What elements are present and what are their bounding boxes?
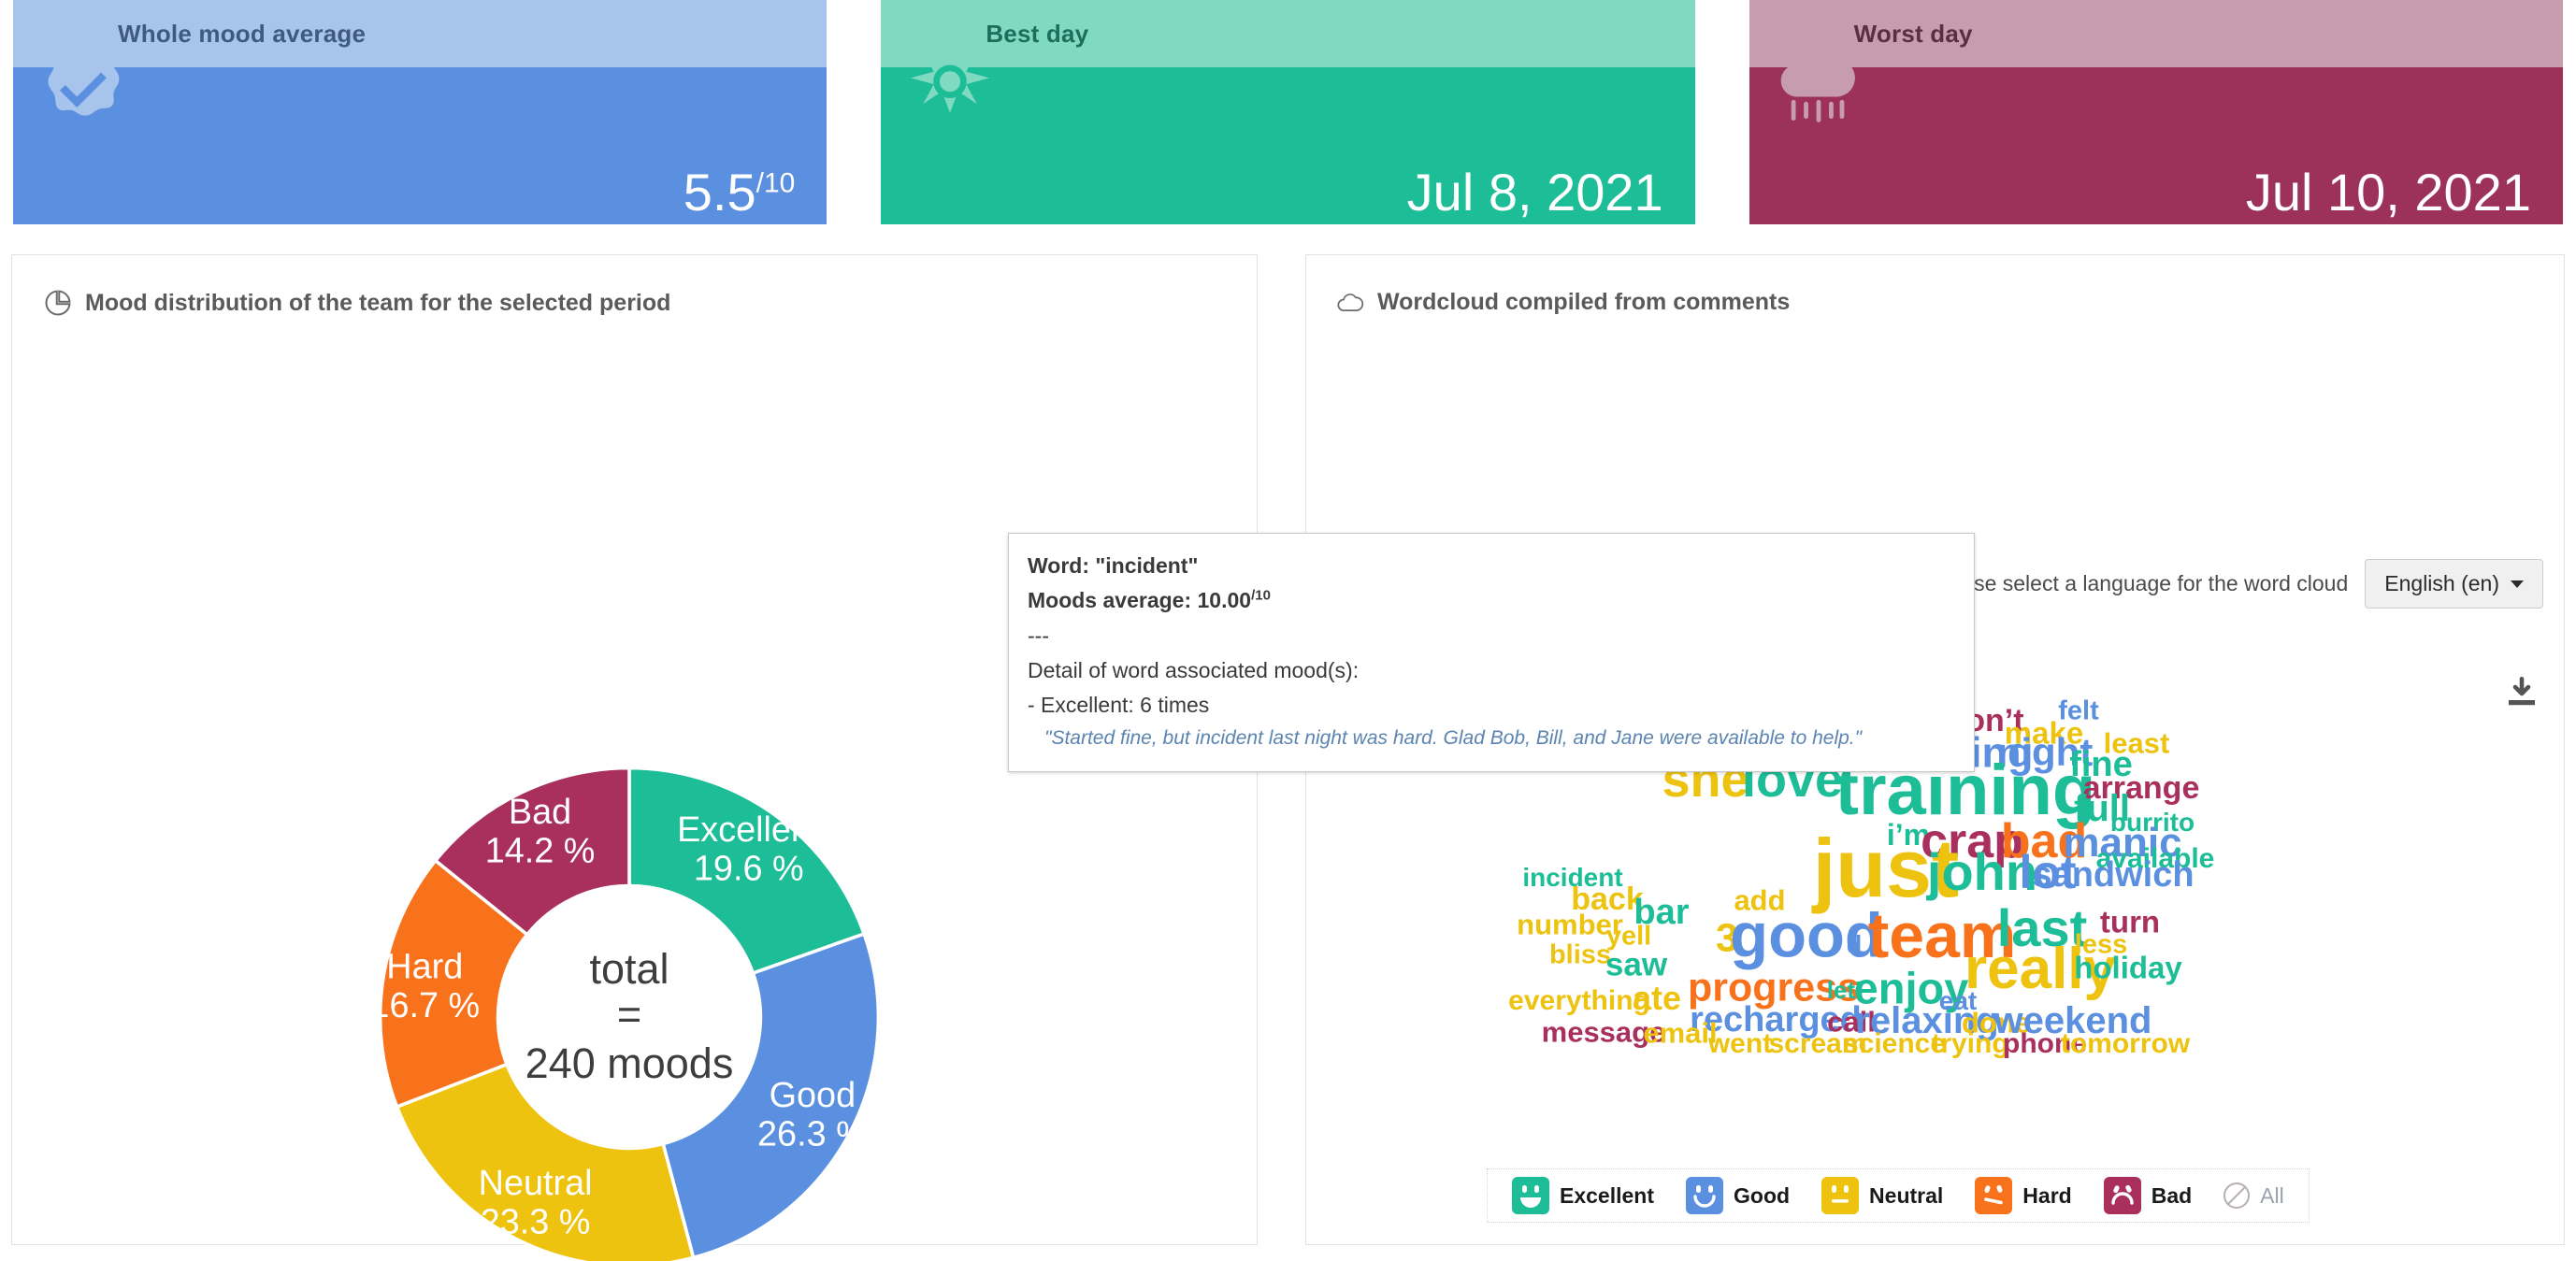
kpi-card-best-day: Best day Jul 8, 2021 bbox=[881, 0, 1695, 224]
legend-label: Neutral bbox=[1869, 1182, 1944, 1208]
donut-label-excellent: Excellent bbox=[677, 810, 821, 850]
language-selector-row: Please select a language for the word cl… bbox=[1931, 559, 2543, 609]
tooltip-average-label: Moods average: 10.00 bbox=[1028, 588, 1252, 613]
legend-label: Excellent bbox=[1560, 1182, 1654, 1208]
wordcloud-word[interactable]: bliss bbox=[1549, 941, 1611, 969]
donut-value-excellent: 19.6 % bbox=[694, 849, 804, 888]
tooltip-divider: --- bbox=[1028, 623, 1049, 648]
tooltip-word-line: Word: "incident" bbox=[1028, 553, 1199, 578]
wordcloud-panel-title-text: Wordcloud compiled from comments bbox=[1377, 289, 1791, 315]
word-tooltip: Word: "incident" Moods average: 10.00/10… bbox=[1008, 533, 1975, 773]
wordcloud-panel-title: Wordcloud compiled from comments bbox=[1336, 289, 1790, 316]
donut-label-neutral: Neutral bbox=[479, 1164, 593, 1203]
tooltip-average-sup: /10 bbox=[1251, 587, 1271, 604]
donut-center-line3: 240 moods bbox=[525, 1039, 734, 1087]
tooltip-quote: "Started fine, but incident last night w… bbox=[1044, 727, 1863, 750]
chevron-down-icon bbox=[2511, 580, 2524, 588]
legend-label: All bbox=[2260, 1182, 2284, 1208]
mood-face-icon bbox=[1512, 1177, 1549, 1214]
language-select[interactable]: English (en) bbox=[2365, 559, 2543, 609]
mood-panel-title-text: Mood distribution of the team for the se… bbox=[85, 289, 671, 316]
kpi-value-text: Jul 10, 2021 bbox=[2245, 163, 2531, 222]
wordcloud-word[interactable]: sandwich bbox=[2032, 857, 2194, 893]
language-selector-label: Please select a language for the word cl… bbox=[1931, 571, 2349, 595]
mood-donut-chart: Excellent 19.6 % Good 26.3 % Neutral 23.3 % Ha… bbox=[293, 681, 966, 1261]
kpi-card-row: Whole mood average 5.5/10 Best day Jul 8… bbox=[0, 0, 2576, 234]
wordcloud-word[interactable]: trying bbox=[1931, 1030, 2008, 1058]
legend-item-all[interactable]: All bbox=[2212, 1182, 2295, 1209]
mood-face-icon bbox=[1686, 1177, 1723, 1214]
kpi-card-whole-mood-average: Whole mood average 5.5/10 bbox=[13, 0, 827, 224]
kpi-value-suffix: /10 bbox=[756, 167, 796, 199]
kpi-card-header: Whole mood average bbox=[13, 0, 827, 67]
donut-label-bad: Bad bbox=[509, 793, 571, 832]
check-badge-icon bbox=[48, 44, 120, 116]
donut-svg: Excellent19.6 % Good26.3 % Neutral23.3 % Ha… bbox=[369, 766, 881, 1261]
kpi-card-title: Whole mood average bbox=[118, 19, 367, 48]
donut-center-line1: total bbox=[589, 945, 669, 993]
mood-face-icon bbox=[2103, 1177, 2141, 1214]
sun-icon bbox=[911, 42, 990, 113]
legend-label: Good bbox=[1734, 1182, 1791, 1208]
kpi-card-value: 5.5/10 bbox=[684, 166, 796, 219]
tooltip-detail-label: Detail of word associated mood(s): bbox=[1028, 657, 1360, 682]
wordcloud-word[interactable]: tomorrow bbox=[2061, 1030, 2190, 1058]
language-select-value: English (en) bbox=[2384, 571, 2499, 595]
kpi-value-text: 5.5 bbox=[683, 163, 756, 222]
cloud-icon bbox=[1337, 293, 1364, 311]
ban-icon bbox=[2223, 1182, 2251, 1209]
kpi-card-title: Best day bbox=[986, 19, 1089, 48]
tooltip-average-line: Moods average: 10.00/10 bbox=[1028, 583, 1955, 618]
legend-item-hard[interactable]: Hard bbox=[1964, 1177, 2082, 1214]
kpi-card-title: Worst day bbox=[1853, 19, 1973, 48]
dashboard-page: Whole mood average 5.5/10 Best day Jul 8… bbox=[0, 0, 2576, 1261]
wordcloud-word[interactable]: d bbox=[1847, 932, 1863, 958]
kpi-card-header: Best day bbox=[881, 0, 1695, 67]
mood-panel-title: Mood distribution of the team for the se… bbox=[44, 289, 670, 317]
kpi-card-value: Jul 10, 2021 bbox=[2246, 166, 2531, 219]
rain-cloud-icon bbox=[1780, 47, 1855, 122]
wordcloud-word[interactable]: went bbox=[1708, 1030, 1772, 1058]
kpi-card-worst-day: Worst day Jul 10, 2021 bbox=[1749, 0, 2563, 224]
legend-label: Bad bbox=[2151, 1182, 2193, 1208]
mood-face-icon bbox=[1975, 1177, 2013, 1214]
donut-label-good: Good bbox=[770, 1076, 856, 1115]
wordcloud-word[interactable]: email bbox=[1643, 1019, 1717, 1048]
mood-face-icon bbox=[1821, 1177, 1860, 1214]
legend-item-bad[interactable]: Bad bbox=[2093, 1177, 2203, 1214]
legend-label: Hard bbox=[2022, 1182, 2072, 1208]
mood-legend: Excellent Good Neutral Hard Bad All bbox=[1487, 1168, 2310, 1223]
donut-value-good: 26.3 % bbox=[757, 1114, 868, 1154]
donut-value-bad: 14.2 % bbox=[485, 831, 596, 870]
donut-value-hard: 16.7 % bbox=[369, 986, 480, 1025]
kpi-card-header: Worst day bbox=[1749, 0, 2563, 67]
donut-value-neutral: 23.3 % bbox=[481, 1203, 591, 1242]
wordcloud-word[interactable]: ate bbox=[1633, 982, 1681, 1015]
legend-item-neutral[interactable]: Neutral bbox=[1810, 1177, 1954, 1214]
wordcloud-word[interactable]: everything bbox=[1508, 987, 1650, 1015]
kpi-value-text: Jul 8, 2021 bbox=[1406, 163, 1663, 222]
donut-label-hard: Hard bbox=[386, 948, 463, 987]
wordcloud-word[interactable]: saw bbox=[1605, 949, 1667, 982]
tooltip-detail-item: - Excellent: 6 times bbox=[1028, 693, 1210, 717]
legend-item-good[interactable]: Good bbox=[1675, 1177, 1801, 1214]
legend-item-excellent[interactable]: Excellent bbox=[1501, 1177, 1665, 1214]
kpi-card-value: Jul 8, 2021 bbox=[1407, 166, 1663, 219]
wordcloud-word[interactable]: holiday bbox=[2074, 953, 2182, 983]
pie-chart-icon bbox=[45, 290, 71, 316]
donut-center-line2: = bbox=[617, 991, 641, 1039]
